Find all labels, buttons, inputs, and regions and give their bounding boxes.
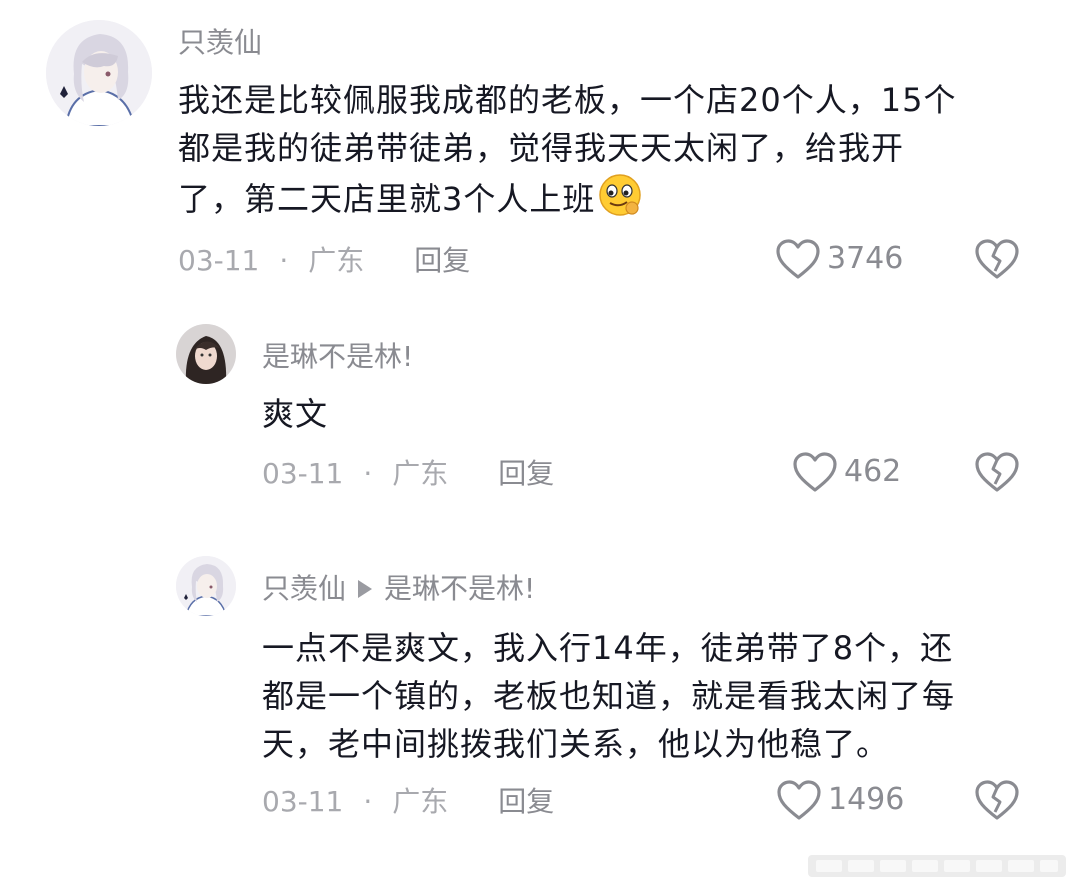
like-button[interactable]: 462	[792, 451, 901, 493]
reply-target-username[interactable]: 是琳不是林!	[384, 572, 535, 606]
comment-text-line: 天，老中间挑拨我们关系，他以为他稳了。	[262, 725, 890, 763]
reply-button[interactable]: 回复	[498, 457, 554, 491]
like-button[interactable]: 1496	[776, 779, 904, 821]
broken-heart-icon	[975, 780, 1019, 820]
meta-separator: ·	[363, 785, 373, 818]
comment-meta: 03-11 · 广东 回复	[262, 457, 554, 491]
comment-text-line: 都是我的徒弟带徒弟，觉得我天天太闲了，给我开	[178, 129, 905, 167]
comment-text: 我还是比较佩服我成都的老板，一个店20个人，15个 都是我的徒弟带徒弟，觉得我天…	[178, 76, 1038, 223]
comment-text: 爽文	[262, 390, 328, 438]
broken-heart-icon	[975, 452, 1019, 492]
avatar[interactable]	[176, 324, 236, 384]
like-count: 1496	[828, 782, 905, 817]
comment-text-line-content: 了，第二天店里就3个人上班	[178, 180, 596, 218]
reply-button[interactable]: 回复	[498, 785, 554, 819]
heart-icon	[776, 239, 820, 279]
dislike-button[interactable]	[974, 779, 1020, 825]
comment-location: 广东	[392, 457, 449, 490]
comment-date: 03-11	[178, 244, 260, 277]
dislike-button[interactable]	[974, 238, 1020, 284]
comment-username[interactable]: 是琳不是林!	[262, 340, 413, 374]
comment-text-line: 爽文	[262, 395, 329, 433]
comment-date: 03-11	[262, 785, 344, 818]
meta-separator: ·	[279, 244, 289, 277]
triangle-right-icon	[358, 580, 373, 598]
comment-meta: 03-11 · 广东 回复	[178, 244, 470, 278]
avatar[interactable]	[176, 556, 236, 616]
comment-text-line: 一点不是爽文，我入行14年，徒弟带了8个，还	[262, 629, 954, 667]
like-count: 462	[844, 454, 902, 489]
avatar-anime-image	[46, 20, 152, 126]
comment-username[interactable]: 只羡仙	[262, 572, 346, 606]
dislike-button[interactable]	[974, 451, 1020, 497]
meta-separator: ·	[363, 457, 373, 490]
like-button[interactable]: 3746	[775, 238, 903, 280]
heart-icon	[793, 452, 837, 492]
reply-button[interactable]: 回复	[414, 244, 470, 278]
broken-heart-icon	[975, 239, 1019, 279]
smirk-emoji-icon	[597, 172, 643, 218]
comment-location: 广东	[308, 244, 365, 277]
heart-icon	[777, 780, 821, 820]
comment-text-line: 都是一个镇的，老板也知道，就是看我太闲了每	[262, 677, 956, 715]
comment-text: 一点不是爽文，我入行14年，徒弟带了8个，还 都是一个镇的，老板也知道，就是看我…	[262, 624, 1042, 768]
comment-meta: 03-11 · 广东 回复	[262, 785, 554, 819]
comment-username[interactable]: 只羡仙	[178, 26, 262, 60]
avatar-photo-image	[176, 324, 236, 384]
watermark-logo	[808, 851, 1066, 881]
reply-header: 只羡仙 是琳不是林!	[262, 572, 535, 606]
comment-location: 广东	[392, 785, 449, 818]
comment-text-line: 我还是比较佩服我成都的老板，一个店20个人，15个	[178, 81, 957, 119]
avatar-anime-image	[176, 556, 236, 616]
avatar[interactable]	[46, 20, 152, 126]
comment-text-line: 了，第二天店里就3个人上班	[178, 172, 1038, 223]
comment-date: 03-11	[262, 457, 344, 490]
like-count: 3746	[827, 241, 904, 276]
